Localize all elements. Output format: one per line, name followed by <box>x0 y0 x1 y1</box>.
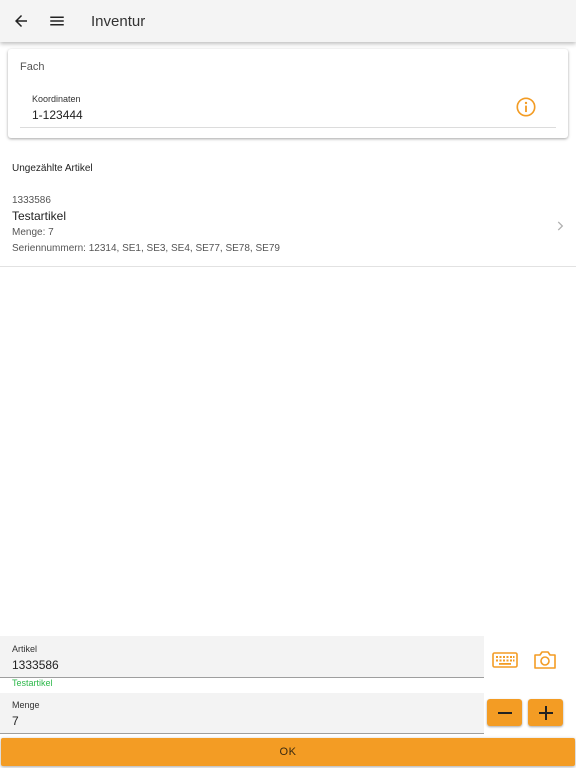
camera-icon[interactable] <box>531 649 559 671</box>
list-item[interactable]: 1333586 Testartikel Menge: 7 Seriennumme… <box>0 186 576 267</box>
field-underline <box>20 127 556 128</box>
ok-button[interactable]: OK <box>1 738 575 766</box>
chevron-right-icon <box>557 221 564 231</box>
article-number: 1333586 <box>12 195 51 206</box>
menge-value[interactable]: 7 <box>12 714 19 728</box>
menge-label: Menge <box>12 700 40 710</box>
menge-input[interactable]: Menge 7 <box>0 693 484 734</box>
menu-button[interactable] <box>39 3 75 39</box>
keyboard-icon[interactable] <box>491 649 519 671</box>
increment-button[interactable] <box>528 699 563 726</box>
hamburger-menu-icon <box>50 16 64 26</box>
koordinaten-value[interactable]: 1-123444 <box>32 108 83 122</box>
arrow-left-icon <box>15 15 27 27</box>
back-button[interactable] <box>3 3 39 39</box>
artikel-value[interactable]: 1333586 <box>12 658 59 672</box>
artikel-label: Artikel <box>12 644 38 654</box>
info-circle-icon[interactable] <box>515 96 537 118</box>
page-title: Inventur <box>91 12 146 30</box>
decrement-button[interactable] <box>487 699 522 726</box>
article-name: Testartikel <box>12 209 67 223</box>
article-serials: Seriennummern: 12314, SE1, SE3, SE4, SE7… <box>12 243 280 254</box>
section-title: Ungezählte Artikel <box>12 163 93 174</box>
minus-icon <box>497 711 512 714</box>
article-quantity: Menge: 7 <box>12 227 54 238</box>
artikel-input[interactable]: Artikel 1333586 <box>0 636 484 678</box>
card-title: Fach <box>20 61 45 73</box>
koordinaten-label: Koordinaten <box>32 94 81 104</box>
plus-icon <box>538 705 553 720</box>
artikel-hint: Testartikel <box>12 678 53 688</box>
app-bar: Inventur <box>0 0 576 42</box>
fach-card: Fach Koordinaten 1-123444 <box>8 49 568 138</box>
